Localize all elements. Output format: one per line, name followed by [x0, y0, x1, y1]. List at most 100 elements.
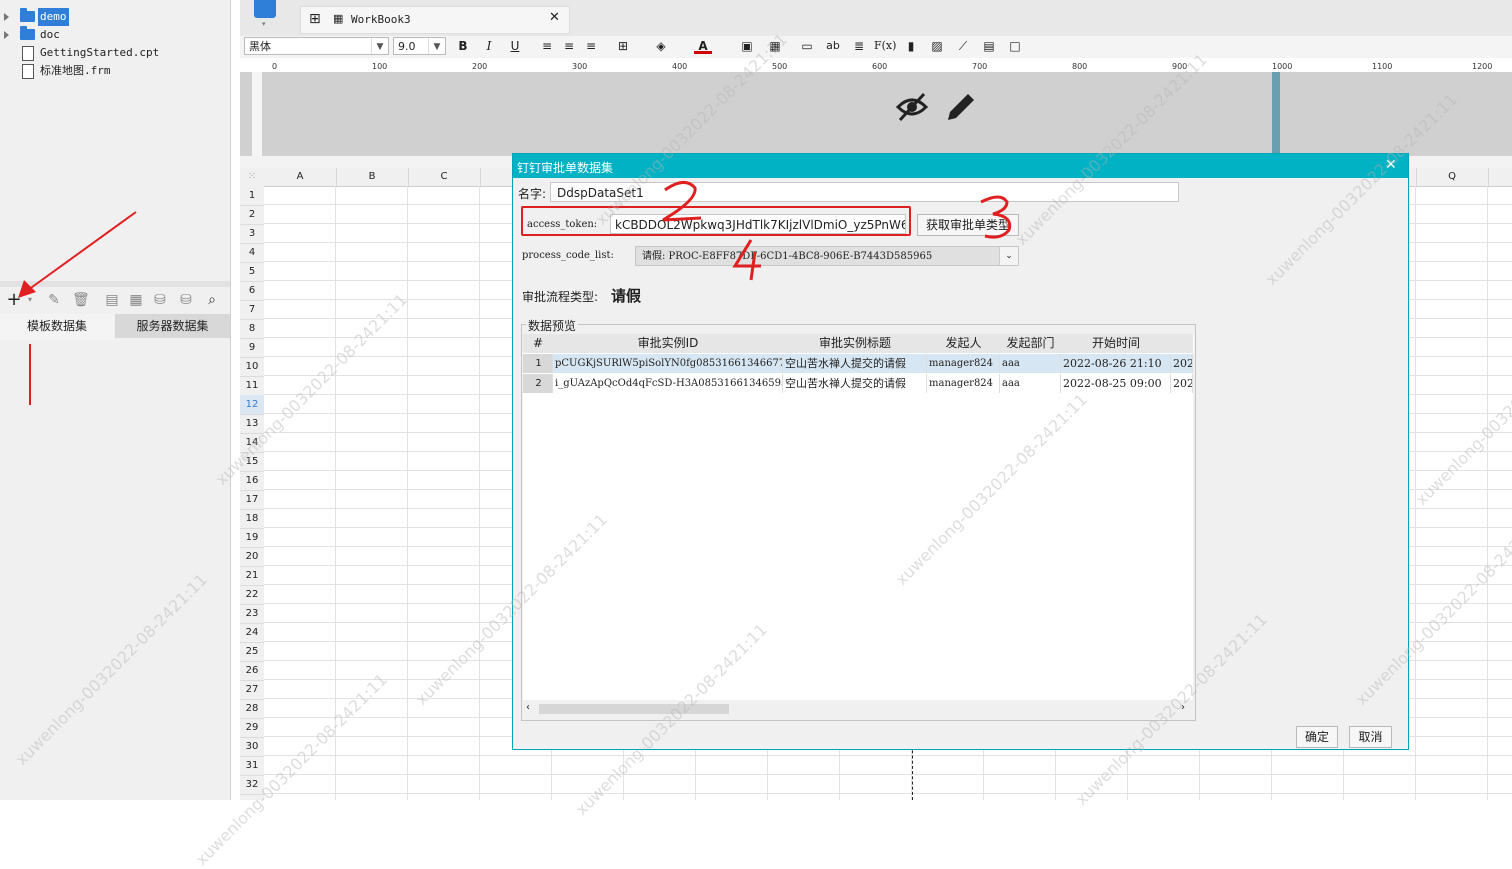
align-right-icon[interactable]: ≡: [582, 38, 600, 54]
chart-icon[interactable]: ▮: [902, 38, 920, 54]
italic-button[interactable]: I: [480, 38, 498, 54]
row-header-32[interactable]: 32: [240, 775, 264, 795]
tree-item-doc[interactable]: doc: [0, 26, 230, 44]
border-icon[interactable]: ⊞: [614, 38, 632, 54]
row-header-2[interactable]: 2: [240, 205, 264, 225]
fill-color-icon[interactable]: ◈: [652, 38, 670, 54]
row-header-5[interactable]: 5: [240, 262, 264, 282]
row-header-9[interactable]: 9: [240, 338, 264, 358]
row-header-29[interactable]: 29: [240, 718, 264, 738]
mode-dropdown-icon[interactable]: ▾: [262, 20, 266, 28]
row-header-23[interactable]: 23: [240, 604, 264, 624]
ok-button[interactable]: 确定: [1296, 726, 1338, 748]
row-header-20[interactable]: 20: [240, 547, 264, 567]
format-toolbar: 黑体 ▼ 9.0 ▼ B I U ≡ ≡ ≡ ⊞ ◈ A ▣ ▦ ▭ ab ≣ F(…: [240, 36, 1512, 59]
table-cell: 空山苦水禅人提交的请假: [783, 374, 927, 393]
ruler-tick: 900: [1172, 62, 1188, 71]
row-header-3[interactable]: 3: [240, 224, 264, 244]
row-header-31[interactable]: 31: [240, 756, 264, 776]
form-file-icon: [22, 64, 34, 79]
ruler-tick: 0: [272, 62, 278, 71]
tree-label: GettingStarted.cpt: [40, 46, 160, 59]
bold-button[interactable]: B: [454, 38, 472, 54]
expand-arrow-icon[interactable]: [4, 13, 9, 21]
font-size-select[interactable]: 9.0 ▼: [393, 37, 446, 55]
font-family-select[interactable]: 黑体 ▼: [244, 37, 389, 55]
row-header-25[interactable]: 25: [240, 642, 264, 662]
expand-arrow-icon[interactable]: [4, 31, 9, 39]
row-header-8[interactable]: 8: [240, 319, 264, 339]
row-header-1[interactable]: 1: [240, 186, 264, 206]
hide-icon[interactable]: [896, 92, 929, 122]
close-icon[interactable]: ✕: [1385, 157, 1397, 173]
row-header-27[interactable]: 27: [240, 680, 264, 700]
table-header-cell[interactable]: 发起人: [927, 334, 1001, 353]
text-color-button[interactable]: A: [694, 38, 712, 54]
row-header-10[interactable]: 10: [240, 357, 264, 377]
row-header-12[interactable]: 12: [240, 395, 264, 415]
align-left-icon[interactable]: ≡: [538, 38, 556, 54]
table-row[interactable]: 2 i_gUAzApQcOd4qFcSD-H3A08531661346593 空山苦…: [523, 374, 1193, 393]
ruler-tick: 1100: [1372, 62, 1393, 71]
close-tab-icon[interactable]: ✕: [549, 10, 560, 25]
row-header-6[interactable]: 6: [240, 281, 264, 301]
table-row[interactable]: 1 pCUGKjSURlW5piSolYN0fg08531661346677 空山苦…: [523, 354, 1193, 373]
row-header-28[interactable]: 28: [240, 699, 264, 719]
dialog-titlebar[interactable]: 钉钉审批单数据集 ✕: [513, 154, 1408, 178]
text-field-button[interactable]: ab: [824, 38, 842, 54]
cell-border-icon[interactable]: □: [1006, 38, 1024, 54]
scroll-left-icon[interactable]: ‹: [526, 702, 530, 713]
tree-item-gettingstarted[interactable]: GettingStarted.cpt: [0, 44, 230, 62]
merge-cells-icon[interactable]: ▣: [738, 38, 756, 54]
slash-icon[interactable]: ⟋: [954, 38, 972, 54]
table-cell: 2022-08-25 09:00: [1061, 374, 1171, 393]
designer-mode-icon[interactable]: [254, 0, 276, 18]
row-header-11[interactable]: 11: [240, 376, 264, 396]
image-icon[interactable]: ▨: [928, 38, 946, 54]
row-headers: 1 2 3 4 5 6 7 8 9 10 11 12 13 14 15 16 17 18 19 20 21 22 23 24 2…: [240, 186, 264, 800]
new-sheet-icon[interactable]: ⊞: [309, 11, 321, 27]
row-header-16[interactable]: 16: [240, 471, 264, 491]
select-all-icon[interactable]: ⁙: [240, 168, 264, 186]
row-header-18[interactable]: 18: [240, 509, 264, 529]
row-header-13[interactable]: 13: [240, 414, 264, 434]
table-header-cell[interactable]: 审批实例ID: [553, 334, 784, 353]
row-header-22[interactable]: 22: [240, 585, 264, 605]
unmerge-cells-icon[interactable]: ▦: [766, 38, 784, 54]
scroll-right-icon[interactable]: ›: [1181, 702, 1185, 713]
insert-row-icon[interactable]: ▭: [798, 38, 816, 54]
formula-button[interactable]: F(x): [874, 38, 896, 54]
tree-item-map-form[interactable]: 标准地图.frm: [0, 62, 230, 80]
table-header-cell[interactable]: 开始时间: [1061, 334, 1172, 353]
row-header-24[interactable]: 24: [240, 623, 264, 643]
red-arrow-annotation: [18, 211, 137, 405]
column-header-c[interactable]: C: [408, 168, 481, 186]
row-header-19[interactable]: 19: [240, 528, 264, 548]
row-header-21[interactable]: 21: [240, 566, 264, 586]
edit-icon[interactable]: [948, 94, 974, 120]
underline-button[interactable]: U: [506, 38, 524, 54]
ruler: 0 100 200 300 400 500 600 700 800 900 1000 1100 1200: [240, 58, 1512, 73]
scroll-thumb[interactable]: [539, 704, 729, 714]
horizontal-scrollbar[interactable]: ‹ ›: [523, 700, 1193, 718]
row-header-7[interactable]: 7: [240, 300, 264, 320]
row-header-30[interactable]: 30: [240, 737, 264, 757]
table-header-cell[interactable]: #: [523, 334, 554, 353]
row-header-14[interactable]: 14: [240, 433, 264, 453]
table-header-cell[interactable]: [1171, 334, 1194, 353]
column-header-q[interactable]: Q: [1416, 168, 1489, 186]
column-header-a[interactable]: A: [264, 168, 337, 186]
table-header-cell[interactable]: 发起部门: [1000, 334, 1062, 353]
tree-item-demo[interactable]: demo: [0, 8, 230, 26]
row-header-4[interactable]: 4: [240, 243, 264, 263]
row-header-15[interactable]: 15: [240, 452, 264, 472]
table-header-cell[interactable]: 审批实例标题: [783, 334, 928, 353]
workbook-tab[interactable]: ⊞ ▦ WorkBook3 ✕: [300, 6, 570, 34]
column-header-b[interactable]: B: [336, 168, 409, 186]
row-header-17[interactable]: 17: [240, 490, 264, 510]
cancel-button[interactable]: 取消: [1349, 726, 1392, 748]
row-header-26[interactable]: 26: [240, 661, 264, 681]
wrap-text-icon[interactable]: ≣: [850, 38, 868, 54]
align-center-icon[interactable]: ≡: [560, 38, 578, 54]
subreport-icon[interactable]: ▤: [980, 38, 998, 54]
